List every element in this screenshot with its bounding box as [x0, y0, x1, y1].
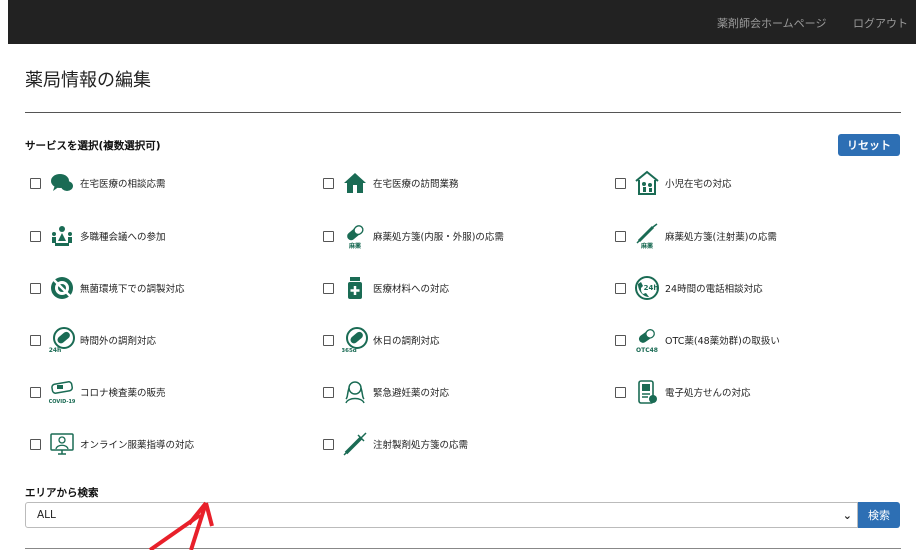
annotation-arrow-icon	[148, 501, 214, 550]
